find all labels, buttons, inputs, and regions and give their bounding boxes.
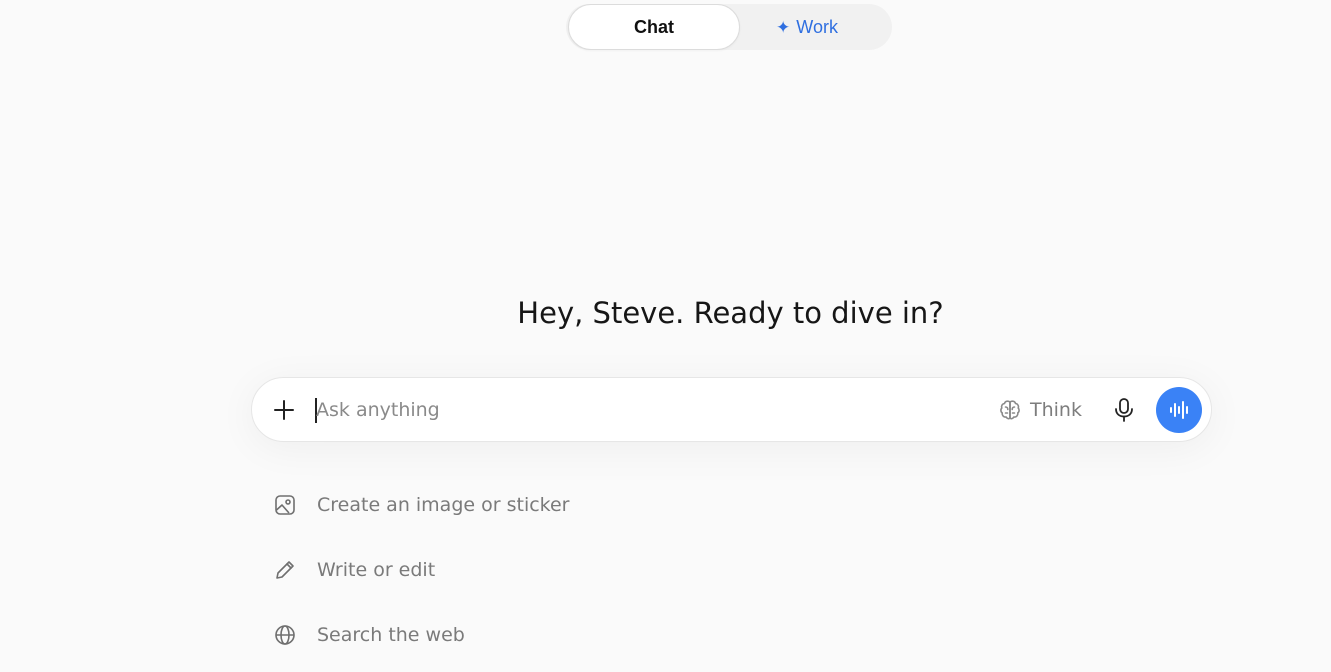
image-icon — [272, 493, 297, 518]
suggestion-label: Write or edit — [317, 559, 436, 581]
microphone-icon — [1115, 398, 1133, 422]
composer: Think — [251, 377, 1212, 442]
tab-chat[interactable]: Chat — [568, 4, 740, 50]
voice-wave-icon — [1170, 401, 1188, 419]
suggestion-write-edit[interactable]: Write or edit — [272, 554, 435, 586]
voice-mode-button[interactable] — [1156, 387, 1202, 433]
think-label: Think — [1030, 399, 1082, 421]
tab-chat-label: Chat — [634, 16, 674, 37]
suggestion-search-web[interactable]: Search the web — [272, 619, 465, 651]
greeting-heading: Hey, Steve. Ready to dive in? — [517, 296, 944, 330]
plus-icon — [274, 400, 294, 420]
pencil-icon — [272, 558, 297, 583]
think-button[interactable]: Think — [998, 395, 1082, 425]
tab-work-label: Work — [796, 16, 838, 37]
microphone-button[interactable] — [1110, 396, 1138, 424]
copilot-home: Chat ✦ Work Hey, Steve. Ready to dive in… — [0, 0, 1331, 672]
tab-work[interactable]: ✦ Work — [742, 4, 872, 50]
brain-icon — [1000, 400, 1020, 420]
ask-input[interactable] — [316, 394, 956, 426]
suggestion-label: Search the web — [317, 624, 465, 646]
suggestion-create-image[interactable]: Create an image or sticker — [272, 489, 570, 521]
globe-icon — [272, 623, 297, 648]
mode-toggle: Chat ✦ Work — [566, 4, 892, 50]
sparkle-icon: ✦ — [776, 17, 791, 37]
add-attachment-button[interactable] — [272, 398, 296, 422]
suggestion-label: Create an image or sticker — [317, 494, 570, 516]
